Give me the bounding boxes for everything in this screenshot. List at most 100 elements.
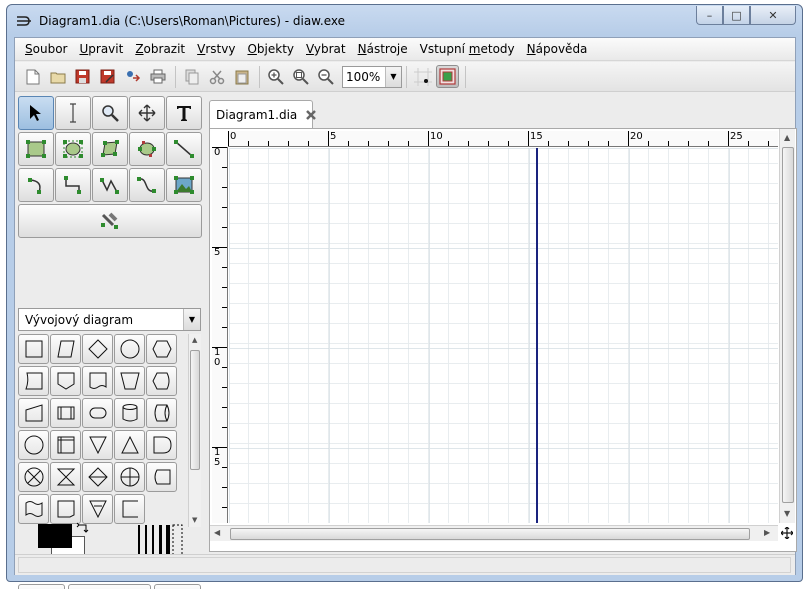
sheet-selector[interactable]: Vývojový diagram ▼ bbox=[18, 308, 201, 331]
text-edit-tool[interactable] bbox=[55, 96, 91, 130]
menu-item-8[interactable]: Nápověda bbox=[521, 42, 594, 56]
sheet-selected[interactable]: Vývojový diagram bbox=[19, 313, 183, 327]
shape-input-output[interactable] bbox=[50, 334, 81, 364]
start-arrow-button[interactable] bbox=[18, 584, 65, 589]
pointer-tool[interactable] bbox=[18, 96, 54, 130]
polygon-tool[interactable] bbox=[92, 132, 128, 166]
shape-offline-storage[interactable] bbox=[82, 494, 113, 524]
shape-annotation[interactable] bbox=[114, 494, 145, 524]
shape-summing-junction[interactable] bbox=[18, 462, 49, 492]
close-button[interactable]: ✕ bbox=[750, 6, 796, 25]
paste-icon[interactable] bbox=[230, 65, 253, 88]
shape-direct-access-storage[interactable] bbox=[146, 398, 177, 428]
save-icon[interactable] bbox=[71, 65, 94, 88]
scroll-left-icon[interactable]: ◀ bbox=[214, 528, 220, 537]
shape-punched-card[interactable] bbox=[18, 366, 49, 396]
menu-item-2[interactable]: Zobrazit bbox=[129, 42, 191, 56]
zoom-out-icon[interactable] bbox=[314, 65, 337, 88]
shape-connector[interactable] bbox=[114, 334, 145, 364]
arc-tool[interactable] bbox=[18, 168, 54, 202]
foreground-color-swatch[interactable] bbox=[38, 524, 72, 548]
shape-punched-tape[interactable] bbox=[18, 494, 49, 524]
end-arrow-button[interactable] bbox=[154, 584, 201, 589]
menu-item-5[interactable]: Vybrat bbox=[300, 42, 352, 56]
shape-sort[interactable] bbox=[82, 462, 113, 492]
menu-item-3[interactable]: Vrstvy bbox=[191, 42, 241, 56]
save-as-icon[interactable] bbox=[96, 65, 119, 88]
canvas-horizontal-scrollbar[interactable]: ◀ ▶ bbox=[210, 525, 778, 541]
shape-delay[interactable] bbox=[146, 430, 177, 460]
line-style-button[interactable] bbox=[68, 584, 151, 589]
shape-off-page-connector[interactable] bbox=[50, 366, 81, 396]
bezier-line-tool[interactable] bbox=[129, 168, 165, 202]
tab-diagram1[interactable]: Diagram1.dia bbox=[209, 100, 317, 128]
scroll-down-icon[interactable]: ▼ bbox=[192, 516, 197, 524]
shape-magnetic-disk[interactable] bbox=[114, 398, 145, 428]
minimize-button[interactable]: – bbox=[696, 6, 723, 25]
scroll-tool[interactable] bbox=[129, 96, 165, 130]
diagram-canvas[interactable] bbox=[229, 148, 778, 523]
menu-item-0[interactable]: Soubor bbox=[19, 42, 73, 56]
zigzag-line-tool[interactable] bbox=[55, 168, 91, 202]
horizontal-scroll-thumb[interactable] bbox=[230, 528, 750, 540]
zoom-in-icon[interactable] bbox=[264, 65, 287, 88]
shape-process[interactable] bbox=[18, 334, 49, 364]
scroll-down-icon[interactable]: ▼ bbox=[784, 509, 790, 518]
menu-item-7[interactable]: Vstupní metody bbox=[414, 42, 521, 56]
shape-display[interactable] bbox=[146, 366, 177, 396]
polyline-tool[interactable] bbox=[92, 168, 128, 202]
snap-to-grid-icon[interactable] bbox=[411, 65, 434, 88]
zoom-value[interactable]: 100% bbox=[343, 70, 385, 84]
ellipse-tool[interactable] bbox=[55, 132, 91, 166]
shape-decision[interactable] bbox=[82, 334, 113, 364]
title-bar[interactable]: Diagram1.dia (C:\Users\Roman\Pictures) -… bbox=[7, 5, 802, 35]
cut-icon[interactable] bbox=[205, 65, 228, 88]
shape-internal-storage[interactable] bbox=[50, 430, 81, 460]
menu-item-6[interactable]: Nástroje bbox=[352, 42, 414, 56]
palette-scrollbar[interactable]: ▲ ▼ bbox=[188, 334, 201, 527]
magnify-tool[interactable] bbox=[92, 96, 128, 130]
vertical-scroll-thumb[interactable] bbox=[782, 147, 794, 503]
copy-icon[interactable] bbox=[180, 65, 203, 88]
shape-extract[interactable] bbox=[82, 430, 113, 460]
tab-label[interactable]: Diagram1.dia bbox=[216, 108, 297, 122]
chevron-down-icon[interactable]: ▼ bbox=[183, 309, 200, 330]
export-icon[interactable] bbox=[121, 65, 144, 88]
chevron-down-icon[interactable]: ▼ bbox=[385, 66, 401, 87]
swap-colors-icon[interactable] bbox=[76, 522, 90, 536]
navigation-icon[interactable] bbox=[779, 525, 795, 541]
line-tool[interactable] bbox=[166, 132, 202, 166]
palette-scroll-thumb[interactable] bbox=[190, 350, 200, 470]
object-snap-icon[interactable] bbox=[436, 65, 459, 88]
shape-collate[interactable] bbox=[50, 462, 81, 492]
text-tool[interactable] bbox=[166, 96, 202, 130]
box-tool[interactable] bbox=[18, 132, 54, 166]
maximize-button[interactable]: □ bbox=[723, 6, 750, 25]
scroll-up-icon[interactable]: ▲ bbox=[192, 336, 197, 344]
shape-stored-data[interactable] bbox=[146, 462, 177, 492]
guide-line[interactable] bbox=[536, 148, 538, 523]
open-folder-icon[interactable] bbox=[46, 65, 69, 88]
outline-tool[interactable] bbox=[18, 204, 202, 238]
shape-transfer[interactable] bbox=[50, 494, 81, 524]
shape-manual-operation[interactable] bbox=[114, 366, 145, 396]
zoom-combo[interactable]: 100% ▼ bbox=[342, 65, 402, 88]
shape-preparation[interactable] bbox=[146, 334, 177, 364]
menu-item-4[interactable]: Objekty bbox=[241, 42, 300, 56]
shape-predefined-process[interactable] bbox=[50, 398, 81, 428]
new-file-icon[interactable] bbox=[21, 65, 44, 88]
shape-start-end[interactable] bbox=[18, 430, 49, 460]
shape-or[interactable] bbox=[114, 462, 145, 492]
close-tab-icon[interactable] bbox=[305, 108, 317, 122]
image-tool[interactable] bbox=[166, 168, 202, 202]
print-icon[interactable] bbox=[146, 65, 169, 88]
shape-terminal[interactable] bbox=[82, 398, 113, 428]
shape-merge[interactable] bbox=[114, 430, 145, 460]
shape-document[interactable] bbox=[82, 366, 113, 396]
zoom-fit-icon[interactable] bbox=[289, 65, 312, 88]
menu-item-1[interactable]: Upravit bbox=[73, 42, 129, 56]
canvas-vertical-scrollbar[interactable]: ▲ ▼ bbox=[779, 129, 795, 523]
shape-manual-input[interactable] bbox=[18, 398, 49, 428]
scroll-up-icon[interactable]: ▲ bbox=[784, 133, 790, 142]
scroll-right-icon[interactable]: ▶ bbox=[764, 528, 770, 537]
